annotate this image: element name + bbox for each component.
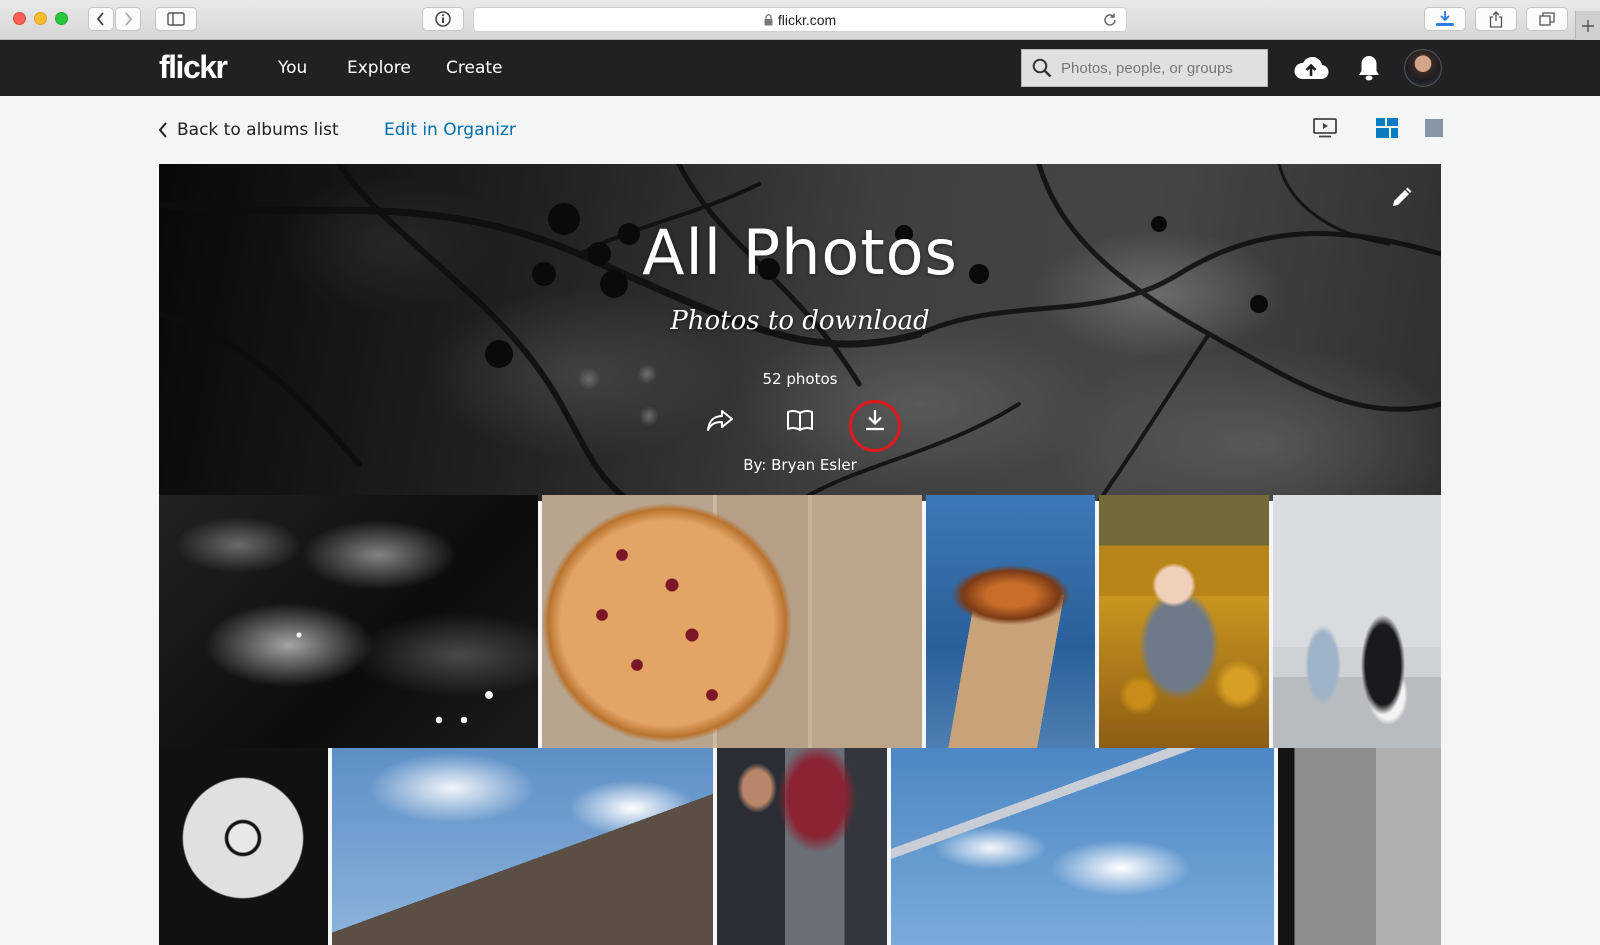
browser-forward-button[interactable] bbox=[115, 7, 141, 31]
edit-album-button[interactable] bbox=[1389, 186, 1413, 215]
notifications-button[interactable] bbox=[1355, 53, 1383, 83]
download-highlight-circle bbox=[849, 400, 901, 452]
nav-create[interactable]: Create bbox=[446, 58, 503, 78]
zoom-window-button[interactable] bbox=[55, 12, 68, 25]
address-bar[interactable]: flickr.com bbox=[473, 7, 1127, 32]
search-input[interactable] bbox=[1061, 59, 1251, 77]
download-arrow-icon bbox=[1436, 11, 1454, 26]
album-title: All Photos bbox=[642, 216, 958, 289]
share-box-icon bbox=[1489, 10, 1503, 28]
tab-overview-button[interactable] bbox=[1526, 7, 1568, 31]
bell-icon bbox=[1359, 56, 1379, 81]
reload-icon[interactable] bbox=[1102, 12, 1118, 28]
nav-explore[interactable]: Explore bbox=[347, 58, 411, 78]
photo-thumbnail-sky-structure[interactable] bbox=[891, 748, 1274, 945]
chevron-left-icon bbox=[158, 122, 167, 138]
close-window-button[interactable] bbox=[13, 12, 26, 25]
share-page-button[interactable] bbox=[1475, 7, 1517, 31]
back-label: Back to albums list bbox=[177, 120, 339, 140]
chevron-left-icon bbox=[96, 12, 104, 26]
search-box[interactable] bbox=[1021, 49, 1268, 87]
book-icon bbox=[787, 409, 813, 431]
album-description: Photos to download bbox=[670, 306, 930, 336]
browser-back-button[interactable] bbox=[88, 7, 114, 31]
photo-thumbnail-pie[interactable] bbox=[542, 495, 922, 748]
photo-thumbnail-building[interactable] bbox=[1278, 748, 1441, 945]
photo-thumbnail-child-leaves[interactable] bbox=[1099, 495, 1269, 748]
back-to-albums-link[interactable]: Back to albums list bbox=[158, 120, 339, 140]
pencil-icon bbox=[1393, 187, 1412, 206]
edit-in-organizr-link[interactable]: Edit in Organizr bbox=[384, 120, 516, 140]
sidebar-icon bbox=[167, 12, 185, 26]
sidebar-toggle-button[interactable] bbox=[155, 7, 197, 31]
downloads-button[interactable] bbox=[1424, 7, 1466, 31]
info-icon bbox=[435, 11, 451, 27]
browser-toolbar: flickr.com bbox=[0, 0, 1600, 40]
share-album-button[interactable] bbox=[700, 400, 740, 440]
photo-thumbnail-tower[interactable] bbox=[926, 495, 1095, 748]
album-cover: All Photos Photos to download 52 photos … bbox=[159, 164, 1441, 501]
photo-thumbnail-snowy-branches[interactable] bbox=[159, 495, 538, 748]
url-text: flickr.com bbox=[777, 11, 837, 28]
search-icon bbox=[1032, 58, 1052, 78]
justified-view-button[interactable] bbox=[1376, 118, 1398, 143]
tabs-icon bbox=[1539, 12, 1555, 26]
new-tab-button[interactable] bbox=[1575, 11, 1600, 40]
chevron-right-icon bbox=[125, 12, 133, 26]
grid-view-icon bbox=[1376, 118, 1398, 138]
photobook-button[interactable] bbox=[780, 400, 820, 440]
square-view-icon bbox=[1425, 119, 1443, 137]
photo-thumbnail-espresso[interactable] bbox=[717, 748, 887, 945]
plus-icon bbox=[1582, 19, 1594, 32]
album-author: By: Bryan Esler bbox=[743, 456, 857, 474]
user-avatar[interactable] bbox=[1404, 49, 1442, 87]
upload-button[interactable] bbox=[1292, 53, 1330, 83]
photo-thumbnail-street-dog[interactable] bbox=[1273, 495, 1441, 748]
share-icon bbox=[707, 410, 733, 431]
nav-you[interactable]: You bbox=[278, 58, 307, 78]
photo-thumbnail-flatiron[interactable] bbox=[332, 748, 713, 945]
reader-info-button[interactable] bbox=[422, 7, 464, 31]
photo-count: 52 photos bbox=[762, 370, 838, 388]
slideshow-button[interactable] bbox=[1313, 118, 1337, 143]
single-view-button[interactable] bbox=[1424, 118, 1444, 143]
slideshow-icon bbox=[1313, 118, 1337, 138]
minimize-window-button[interactable] bbox=[34, 12, 47, 25]
cloud-upload-icon bbox=[1294, 56, 1329, 80]
site-header: flickr You Explore Create bbox=[0, 40, 1600, 96]
lock-icon bbox=[764, 13, 773, 25]
photo-thumbnail-dome[interactable] bbox=[159, 748, 328, 945]
flickr-logo[interactable]: flickr bbox=[159, 49, 228, 86]
album-page: Back to albums list Edit in Organizr All… bbox=[0, 96, 1600, 945]
